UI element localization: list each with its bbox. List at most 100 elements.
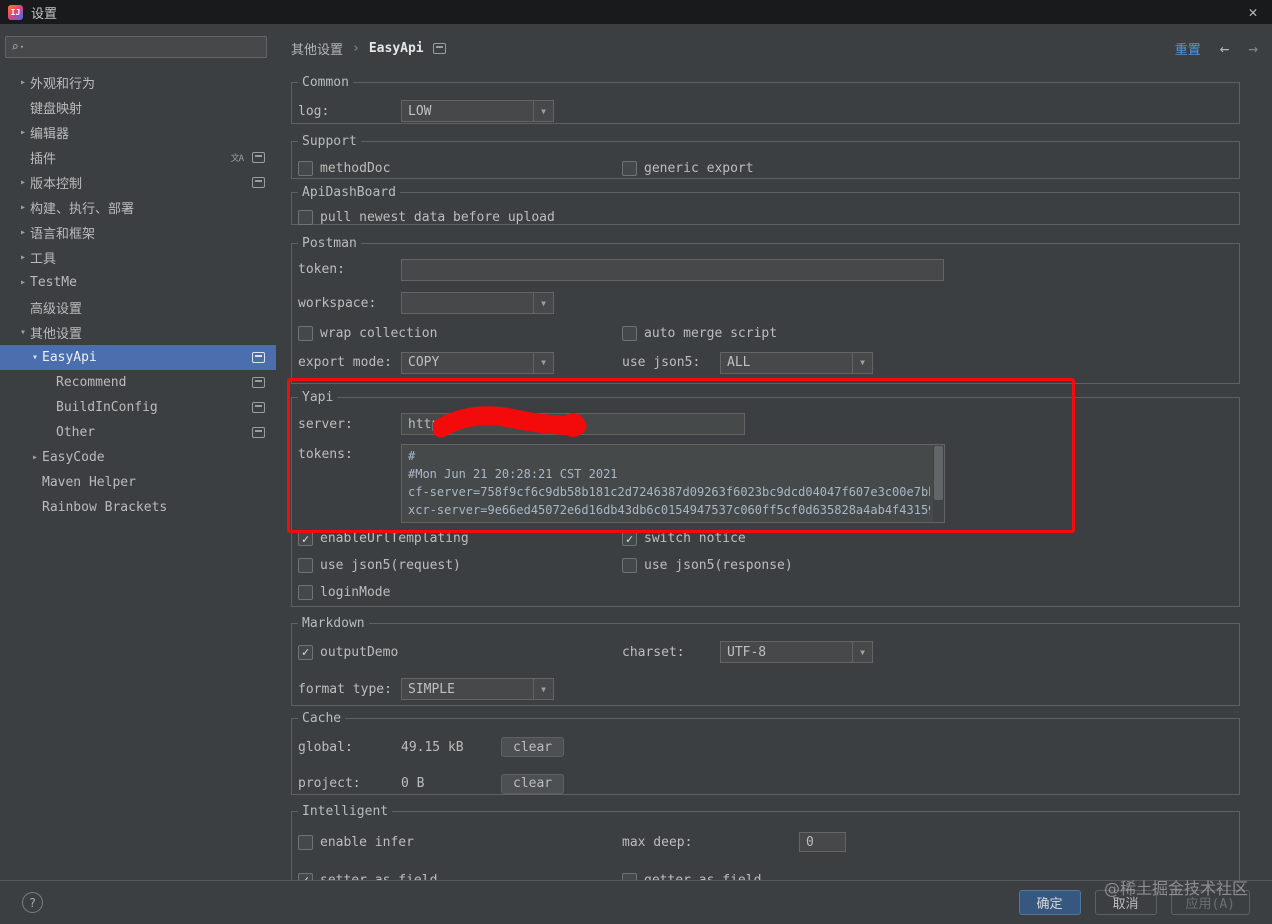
breadcrumb-parent[interactable]: 其他设置 <box>291 39 343 58</box>
checkbox-setter-as-field[interactable] <box>298 872 313 880</box>
chevron-down-icon[interactable]: ▾ <box>16 327 30 338</box>
ok-button[interactable]: 确定 <box>1018 890 1081 915</box>
close-icon[interactable]: ✕ <box>1242 3 1264 21</box>
use-json5-label: use json5: <box>622 355 701 370</box>
sidebar-item-rainbow-brackets[interactable]: Rainbow Brackets <box>0 495 276 520</box>
sidebar-item-recommend[interactable]: Recommend <box>0 370 276 395</box>
page-icon <box>252 177 265 188</box>
checkbox-login-mode[interactable] <box>298 585 313 600</box>
checkbox-use-json5-request[interactable] <box>298 558 313 573</box>
section-markdown: Markdown outputDemo charset: UTF-8 ▼ for… <box>291 616 1240 706</box>
window-title: 设置 <box>31 6 58 22</box>
section-title: Postman <box>302 236 357 251</box>
chevron-down-icon: ▼ <box>533 101 553 121</box>
sidebar-item-testme[interactable]: ▸ TestMe <box>0 270 276 295</box>
project-cache-size: 0 B <box>401 776 425 791</box>
help-button[interactable]: ? <box>22 892 43 913</box>
postman-token-input[interactable] <box>401 258 944 281</box>
server-label: server: <box>298 416 353 432</box>
section-apidashboard: ApiDashBoard pull newest data before upl… <box>291 185 1240 225</box>
checkbox-generic-export[interactable] <box>622 160 637 176</box>
charset-select[interactable]: UTF-8 ▼ <box>720 641 873 663</box>
scrollbar-thumb[interactable] <box>934 446 943 500</box>
chevron-right-icon[interactable]: ▸ <box>16 202 30 213</box>
sidebar-item-keymap[interactable]: 键盘映射 <box>0 95 276 120</box>
clear-global-cache-button[interactable]: clear <box>501 737 565 757</box>
chevron-right-icon[interactable]: ▸ <box>16 77 30 88</box>
checkbox-getter-as-field[interactable] <box>622 872 637 880</box>
reset-link[interactable]: 重置 <box>1175 39 1201 58</box>
section-title: Cache <box>302 711 342 726</box>
chevron-right-icon[interactable]: ▸ <box>16 177 30 188</box>
sidebar-item-languages-frameworks[interactable]: ▸ 语言和框架 <box>0 220 276 245</box>
section-postman: Postman token: workspace: ▼ wrap collect… <box>291 236 1240 384</box>
yapi-tokens-textarea[interactable]: # #Mon Jun 21 20:28:21 CST 2021 cf-serve… <box>401 444 945 523</box>
sidebar-item-build-execution-deployment[interactable]: ▸ 构建、执行、部署 <box>0 195 276 220</box>
format-type-label: format type: <box>298 681 392 697</box>
breadcrumb-current: EasyApi <box>368 40 424 56</box>
sidebar-item-easyapi[interactable]: ▾ EasyApi <box>0 345 276 370</box>
apply-button: 应用(A) <box>1170 890 1250 915</box>
chevron-right-icon[interactable]: ▸ <box>16 227 30 238</box>
export-mode-select[interactable]: COPY ▼ <box>401 351 554 374</box>
intellij-logo-icon: IJ <box>8 4 23 20</box>
clear-project-cache-button[interactable]: clear <box>501 773 565 794</box>
settings-search-field[interactable]: ⌕ ▾ <box>5 36 267 58</box>
checkbox-pull-newest[interactable] <box>298 209 313 225</box>
checkbox-enable-url-templating[interactable] <box>298 531 313 546</box>
chevron-down-icon: ▼ <box>533 293 553 313</box>
search-input[interactable] <box>28 39 261 55</box>
checkbox-auto-merge-script[interactable] <box>622 326 637 341</box>
format-type-select[interactable]: SIMPLE ▼ <box>401 678 554 700</box>
sidebar-item-appearance-behavior[interactable]: ▸ 外观和行为 <box>0 70 276 95</box>
workspace-select[interactable]: ▼ <box>401 292 554 314</box>
chevron-right-icon[interactable]: ▸ <box>16 127 30 138</box>
global-cache-label: global: <box>298 739 353 755</box>
section-yapi: Yapi server: http:// tokens: # #Mon Jun … <box>291 390 1240 607</box>
chevron-down-icon: ▼ <box>533 679 553 699</box>
sidebar-item-buildinconfig[interactable]: BuildInConfig <box>0 395 276 420</box>
sidebar-item-other[interactable]: Other <box>0 420 276 445</box>
back-arrow-icon[interactable]: ← <box>1220 39 1230 58</box>
dialog-footer: ? 确定 取消 应用(A) <box>0 880 1272 924</box>
translate-icon: 文A <box>230 154 244 164</box>
max-deep-input[interactable]: 0 <box>799 832 846 852</box>
breadcrumb-separator: › <box>352 40 360 56</box>
chevron-down-icon[interactable]: ▾ <box>28 352 42 363</box>
sidebar-item-easycode[interactable]: ▸ EasyCode <box>0 445 276 470</box>
settings-window: IJ 设置 ✕ ⌕ ▾ ▸ 外观和行为 键盘映射 ▸ 编辑器 插件 文A ▸ 版… <box>0 0 1272 924</box>
chevron-down-icon: ▼ <box>852 642 872 662</box>
chevron-right-icon[interactable]: ▸ <box>16 252 30 263</box>
tokens-label: tokens: <box>298 447 353 462</box>
use-json5-select[interactable]: ALL ▼ <box>720 351 873 374</box>
settings-tree: ▸ 外观和行为 键盘映射 ▸ 编辑器 插件 文A ▸ 版本控制 ▸ 构建、执行、… <box>0 70 276 520</box>
cancel-button[interactable]: 取消 <box>1094 890 1157 915</box>
checkbox-methoddoc[interactable] <box>298 160 313 176</box>
settings-content: Common log: LOW ▼ Support methodDoc gene… <box>291 70 1240 880</box>
sidebar-item-version-control[interactable]: ▸ 版本控制 <box>0 170 276 195</box>
chevron-right-icon[interactable]: ▸ <box>16 277 30 288</box>
sidebar-item-maven-helper[interactable]: Maven Helper <box>0 470 276 495</box>
sidebar-item-advanced-settings[interactable]: 高级设置 <box>0 295 276 320</box>
checkbox-wrap-collection[interactable] <box>298 326 313 341</box>
sidebar-item-editor[interactable]: ▸ 编辑器 <box>0 120 276 145</box>
yapi-server-input[interactable]: http:// <box>401 413 745 435</box>
checkbox-enable-infer[interactable] <box>298 834 313 850</box>
sidebar-item-other-settings[interactable]: ▾ 其他设置 <box>0 320 276 345</box>
checkbox-output-demo[interactable] <box>298 644 313 660</box>
checkbox-use-json5-response[interactable] <box>622 558 637 573</box>
checkbox-switch-notice[interactable] <box>622 531 637 546</box>
chevron-right-icon[interactable]: ▸ <box>28 452 42 463</box>
log-label: log: <box>298 103 330 119</box>
global-cache-size: 49.15 kB <box>401 739 464 755</box>
settings-sidebar: ⌕ ▾ ▸ 外观和行为 键盘映射 ▸ 编辑器 插件 文A ▸ 版本控制 ▸ 构建… <box>0 24 276 880</box>
log-level-select[interactable]: LOW ▼ <box>401 100 554 122</box>
section-title: Intelligent <box>302 804 389 819</box>
scrollbar[interactable] <box>933 445 944 522</box>
sidebar-item-plugins[interactable]: 插件 文A <box>0 145 276 170</box>
charset-label: charset: <box>622 644 685 660</box>
section-title: Support <box>302 134 357 149</box>
page-icon <box>252 152 265 163</box>
sidebar-item-tools[interactable]: ▸ 工具 <box>0 245 276 270</box>
forward-arrow-icon[interactable]: → <box>1248 39 1258 58</box>
